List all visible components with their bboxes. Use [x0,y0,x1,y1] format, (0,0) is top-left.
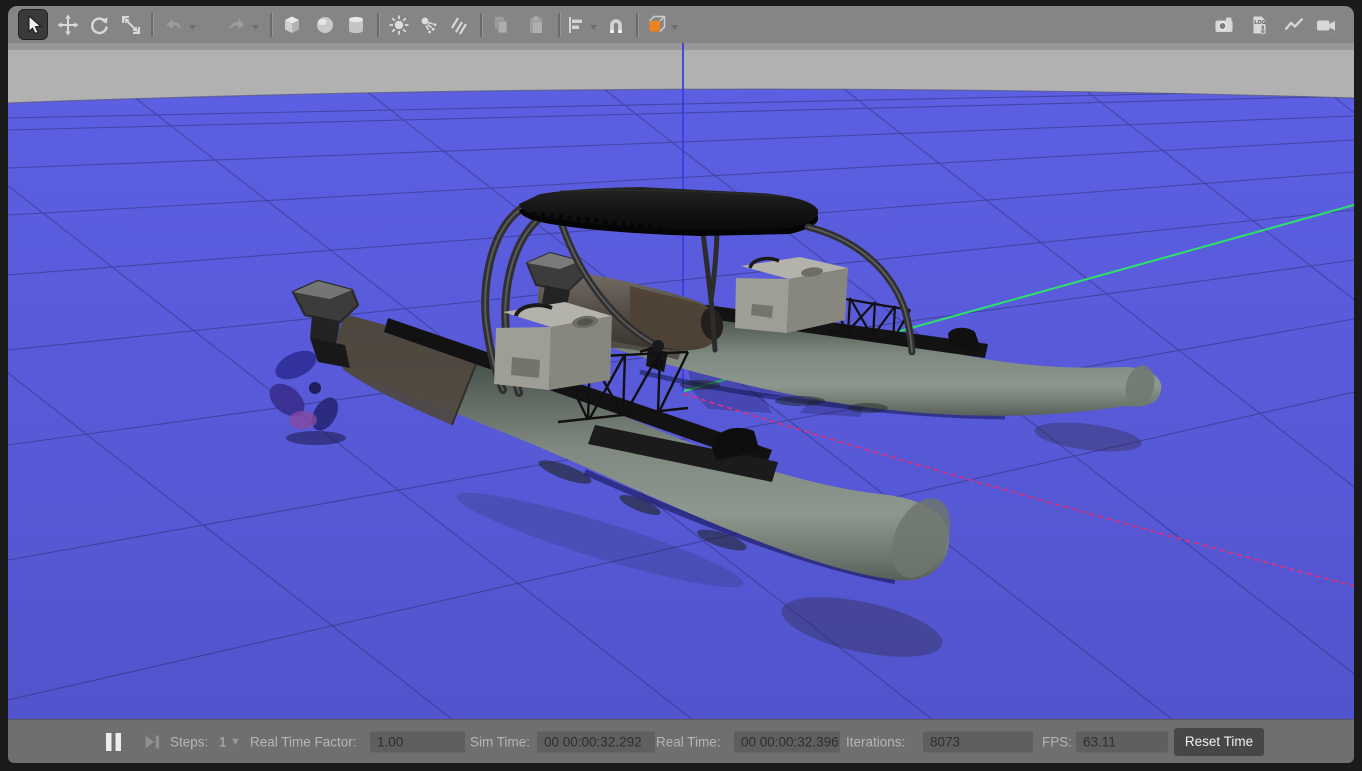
snap-magnet-icon[interactable] [604,13,628,37]
iterations-label: Iterations: [846,734,905,749]
fps-field[interactable]: 63.11 [1076,731,1168,752]
toolbar-separator [558,13,561,37]
real-time-label: Real Time: [656,734,721,749]
insert-cylinder-icon[interactable] [344,13,368,37]
undo-icon[interactable] [162,13,186,37]
toolbar-separator [480,13,483,37]
redo-icon[interactable] [225,13,249,37]
real-time-factor-label: Real Time Factor: [250,734,357,749]
align-dropdown-caret[interactable] [589,24,598,32]
directional-light-icon[interactable] [447,13,471,37]
scale-mode-icon[interactable] [119,13,143,37]
toolbar-separator [270,13,273,37]
reset-time-button[interactable]: Reset Time [1174,728,1264,756]
video-record-icon[interactable] [1314,13,1338,37]
tube-joint [652,340,664,352]
ocean-surface [8,89,1354,720]
viewport-3d[interactable] [8,43,1354,720]
real-time-field[interactable]: 00 00:00:32.396 [734,731,840,752]
steps-value[interactable]: 1 [219,734,227,749]
toolbar-separator [377,13,380,37]
rotate-mode-icon[interactable] [87,13,111,37]
steps-label: Steps: [170,734,208,749]
far-equipment-box [735,257,848,333]
steps-dropdown-caret[interactable]: ▼ [230,736,241,748]
spot-light-icon[interactable] [417,13,441,37]
view-angle-cube-icon[interactable] [645,13,669,37]
insert-box-icon[interactable] [280,13,304,37]
step-button[interactable] [142,731,164,753]
real-time-factor-field[interactable]: 1.00 [370,731,465,752]
log-icon-text: LOG [1254,20,1265,26]
log-record-icon[interactable]: LOG [1247,13,1271,37]
align-tool-icon[interactable] [564,13,588,37]
simulation-statusbar: Steps: 1 ▼ Real Time Factor: 1.00 Sim Ti… [8,719,1354,763]
redo-dropdown-caret[interactable] [251,24,260,32]
toolbar-shadow [8,43,1354,50]
insert-sphere-icon[interactable] [313,13,337,37]
paste-icon[interactable] [524,13,548,37]
gazebo-window: LOG [0,0,1362,771]
plot-window-icon[interactable] [1282,13,1306,37]
sim-time-field[interactable]: 00 00:00:32.292 [537,731,655,752]
translate-mode-icon[interactable] [56,13,80,37]
undo-dropdown-caret[interactable] [188,24,197,32]
toolbar-separator [636,13,639,37]
iterations-field[interactable]: 8073 [923,731,1033,752]
fps-label: FPS: [1042,734,1072,749]
main-toolbar: LOG [8,6,1354,44]
pause-button[interactable] [102,730,126,754]
view-angle-dropdown-caret[interactable] [670,24,679,32]
cursor-arrow-icon [21,13,45,37]
select-mode-button[interactable] [18,9,48,40]
point-light-icon[interactable] [387,13,411,37]
toolbar-separator [151,13,154,37]
sim-time-label: Sim Time: [470,734,530,749]
screenshot-camera-icon[interactable] [1212,13,1236,37]
copy-icon[interactable] [489,13,513,37]
